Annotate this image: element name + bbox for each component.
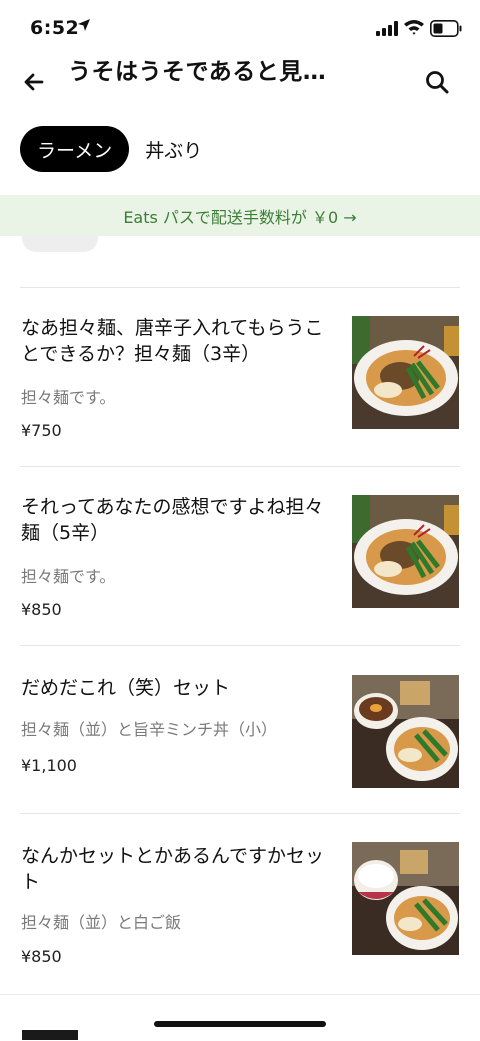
menu-item-description: 担々麺（並）と白ご飯 <box>21 913 182 932</box>
menu-item[interactable]: それってあなたの感想ですよね担々麺（5辛） 担々麺です。 ¥850 <box>0 467 480 645</box>
menu-item-photo <box>352 316 459 429</box>
menu-item-name: なんかセットとかあるんですかセット <box>21 845 325 893</box>
menu-item-photo <box>352 675 459 788</box>
wifi-icon <box>404 20 424 35</box>
store-header: うそはうそであると見… <box>0 48 480 108</box>
menu-item-price: ¥850 <box>21 947 62 966</box>
cellular-signal-icon <box>376 21 398 36</box>
menu-item-price: ¥850 <box>21 600 62 619</box>
back-arrow-icon[interactable] <box>20 68 48 96</box>
menu-item[interactable]: なんかセットとかあるんですかセット 担々麺（並）と白ご飯 ¥850 <box>0 814 480 992</box>
next-section-heading-fragment <box>22 1030 78 1040</box>
menu-item[interactable]: だめだこれ（笑）セット 担々麺（並）と旨辛ミンチ丼（小） ¥1,100 <box>0 646 480 813</box>
status-time: 6:52 <box>30 17 80 39</box>
menu-item[interactable]: なあ担々麺、唐辛子入れてもらうことできるか？担々麺（3辛） 担々麺です。 ¥75… <box>0 288 480 466</box>
page-title: うそはうそであると見… <box>68 59 327 85</box>
tab-donburi[interactable]: 丼ぶり <box>145 136 202 163</box>
menu-item-name: それってあなたの感想ですよね担々麺（5辛） <box>21 496 324 544</box>
status-bar: 6:52 <box>0 0 480 50</box>
menu-item-name: なあ担々麺、唐辛子入れてもらうことできるか？担々麺（3辛） <box>21 317 324 365</box>
partial-pill <box>22 236 98 252</box>
menu-item-description: 担々麺（並）と旨辛ミンチ丼（小） <box>21 720 278 739</box>
menu-item-photo <box>352 842 459 955</box>
menu-item-description: 担々麺です。 <box>21 388 116 407</box>
menu-item-name: だめだこれ（笑）セット <box>21 677 231 699</box>
location-arrow-icon <box>78 19 90 31</box>
menu-item-photo <box>352 495 459 608</box>
search-icon[interactable] <box>423 68 451 96</box>
category-tabs: ラーメン 丼ぶり <box>20 126 202 172</box>
battery-icon <box>430 20 462 37</box>
menu-item-price: ¥1,100 <box>21 756 77 775</box>
home-indicator[interactable] <box>154 1021 326 1027</box>
menu-item-description: 担々麺です。 <box>21 567 116 586</box>
eats-pass-promo-banner[interactable]: Eats パスで配送手数料が ￥0 → <box>0 195 480 236</box>
menu-item-price: ¥750 <box>21 421 62 440</box>
tab-ramen[interactable]: ラーメン <box>20 126 130 172</box>
